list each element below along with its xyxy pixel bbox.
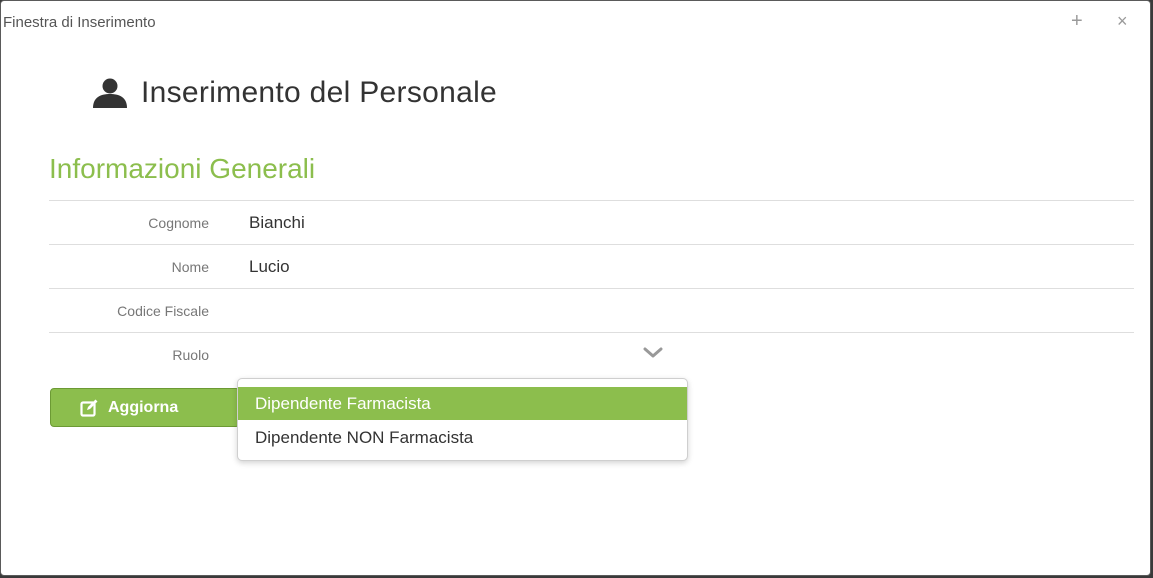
general-info-form: Cognome Bianchi Nome Lucio Codice Fiscal… <box>49 200 1134 376</box>
form-row-cognome: Cognome Bianchi <box>49 201 1134 245</box>
ruolo-label: Ruolo <box>172 347 209 363</box>
close-icon[interactable]: × <box>1117 10 1128 32</box>
form-row-codice-fiscale: Codice Fiscale <box>49 289 1134 333</box>
section-title: Informazioni Generali <box>49 153 316 184</box>
role-dropdown-menu: Dipendente Farmacista Dipendente NON Far… <box>237 378 688 461</box>
nome-field[interactable]: Lucio <box>249 257 290 277</box>
page-title: Inserimento del Personale <box>141 76 498 109</box>
aggiorna-label: Aggiorna <box>108 398 179 416</box>
window-titlebar: Finestra di Inserimento + × <box>1 1 1150 45</box>
insert-window: Finestra di Inserimento + × Inserimento … <box>0 0 1151 576</box>
page-heading: Inserimento del Personale <box>91 75 497 111</box>
user-icon <box>91 78 129 108</box>
codice-fiscale-label: Codice Fiscale <box>117 303 209 319</box>
cognome-field[interactable]: Bianchi <box>249 213 305 233</box>
form-row-nome: Nome Lucio <box>49 245 1134 289</box>
window-title: Finestra di Inserimento <box>3 14 156 31</box>
chevron-down-icon[interactable] <box>643 346 663 364</box>
role-option-dipendente-non-farmacista[interactable]: Dipendente NON Farmacista <box>238 421 687 454</box>
maximize-icon[interactable]: + <box>1071 10 1083 32</box>
form-row-ruolo: Ruolo <box>49 333 1134 376</box>
nome-label: Nome <box>171 259 209 275</box>
edit-icon <box>80 399 108 417</box>
aggiorna-button[interactable]: Aggiorna <box>50 388 240 427</box>
role-option-dipendente-farmacista[interactable]: Dipendente Farmacista <box>238 387 687 420</box>
cognome-label: Cognome <box>148 215 209 231</box>
